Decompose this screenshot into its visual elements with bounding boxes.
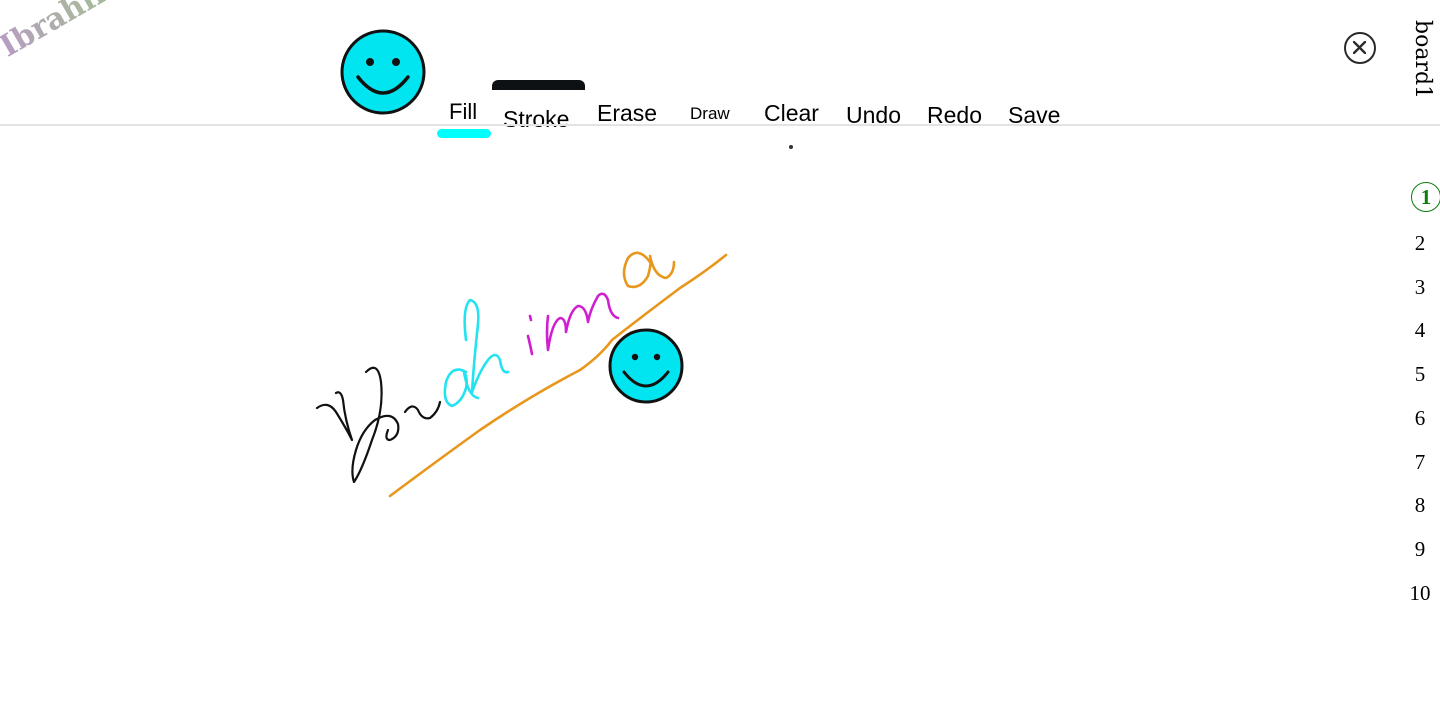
stroke-letters-im	[526, 292, 620, 356]
fill-tool[interactable]: Fill	[449, 99, 477, 125]
clear-button[interactable]: Clear	[764, 100, 819, 127]
board-title: board1	[1410, 20, 1435, 100]
close-icon	[1353, 41, 1366, 54]
draw-button[interactable]: Draw	[690, 104, 730, 124]
stroke-letters-ah	[443, 298, 510, 408]
smiley-face-icon[interactable]	[340, 29, 426, 115]
stroke-color-swatch[interactable]	[492, 80, 585, 90]
app-logo: Ibrahima	[0, 0, 145, 64]
drawing-canvas[interactable]	[0, 126, 1440, 714]
close-board-button[interactable]	[1344, 32, 1376, 64]
erase-button[interactable]: Erase	[597, 100, 657, 127]
stroke-letters-ibr	[315, 366, 442, 484]
smiley-stamp-icon	[608, 328, 684, 404]
stroke-letter-a	[622, 251, 676, 289]
